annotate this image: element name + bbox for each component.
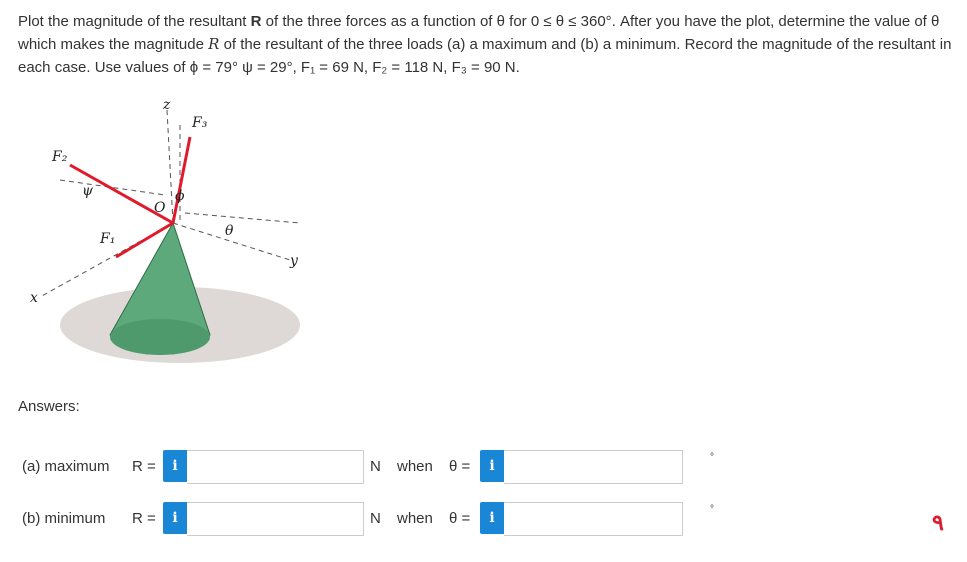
red-mark: ٩ [932, 510, 944, 535]
degree-unit: ° [710, 452, 714, 463]
force-f3-arrow [171, 136, 192, 224]
degree-unit: ° [710, 504, 714, 515]
f1-label: F₁ [99, 231, 115, 247]
theta-label: θ [225, 223, 234, 239]
y-label: y [289, 253, 299, 269]
info-icon[interactable]: i [480, 502, 504, 534]
theta-label: θ = [449, 510, 471, 527]
problem-text: Plot the magnitude of the resultant [18, 13, 251, 30]
info-icon[interactable]: i [163, 502, 187, 534]
when-label: when [397, 510, 433, 527]
x-label: x [30, 290, 38, 306]
theta-min-input[interactable] [504, 502, 683, 536]
theta-max-input[interactable] [504, 450, 683, 484]
f3-label: F₃ [191, 115, 208, 131]
unit-label: N [370, 458, 381, 475]
psi-label: ψ [82, 183, 94, 199]
unit-label: N [370, 510, 381, 527]
f2-label: F₂ [51, 149, 68, 165]
cone-base [110, 319, 210, 355]
problem-values: ϕ = 79° ψ = 29°, F₁ = 69 N, F₂ = 118 N, … [189, 59, 520, 76]
r-label: R = [132, 458, 156, 475]
r-bold: R [250, 13, 262, 30]
phi-label: ϕ [175, 188, 185, 204]
row-label: (b) minimum [22, 510, 106, 527]
info-icon[interactable]: i [480, 450, 504, 482]
problem-statement: Plot the magnitude of the resultant R of… [18, 10, 958, 79]
r-italic: R [208, 35, 220, 53]
r-max-input[interactable] [187, 450, 364, 484]
r-label: R = [132, 510, 156, 527]
force-diagram: z F₃ F₂ F₁ O x y ψ ϕ θ [30, 97, 301, 363]
z-label: z [162, 97, 171, 113]
when-label: when [397, 458, 433, 475]
r-min-input[interactable] [187, 502, 364, 536]
theta-label: θ = [449, 458, 471, 475]
info-icon[interactable]: i [163, 450, 187, 482]
row-label: (a) maximum [22, 458, 110, 475]
answers-heading: Answers: [18, 398, 80, 415]
origin-label: O [154, 200, 166, 216]
